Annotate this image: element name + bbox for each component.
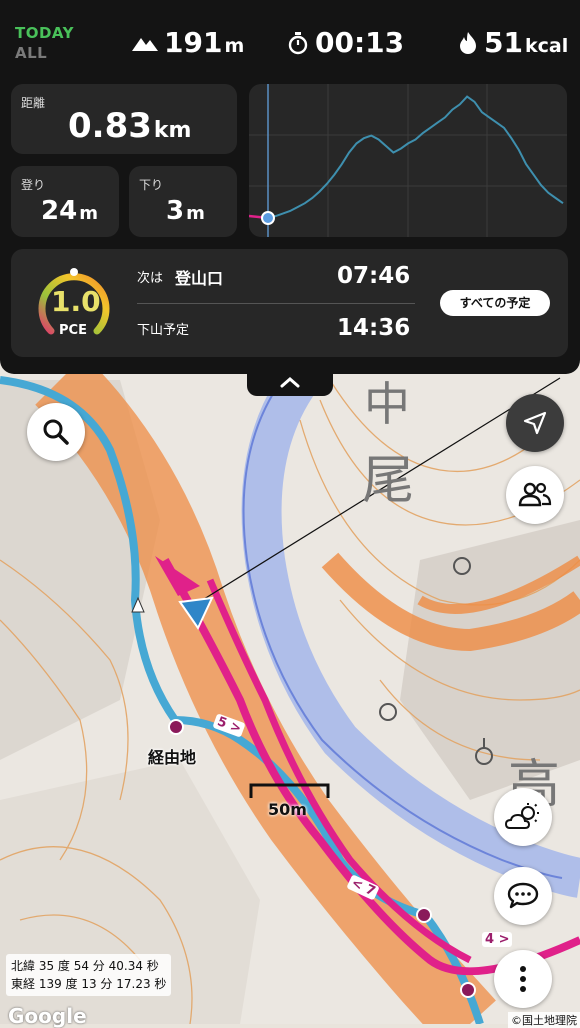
distance-unit: km bbox=[153, 118, 192, 143]
waypoint-label: 経由地 bbox=[148, 748, 197, 767]
calories-unit: kcal bbox=[524, 35, 569, 57]
distance-card: 距離 0.83 km bbox=[11, 84, 237, 154]
map-place-label: 中 bbox=[364, 377, 410, 431]
panel-collapse-tab[interactable] bbox=[247, 370, 333, 396]
plan-card: 1.0 PCE 次は 登山口 07:46 下山予定 14:36 すべての予定 bbox=[11, 249, 568, 357]
ascent-unit: m bbox=[79, 203, 98, 224]
stats-row: TODAY ALL 191 m 00:13 51 kcal bbox=[0, 0, 580, 84]
plan-divider bbox=[137, 303, 415, 304]
more-icon bbox=[520, 966, 526, 992]
all-plans-button[interactable]: すべての予定 bbox=[440, 290, 550, 316]
people-button[interactable] bbox=[506, 466, 564, 524]
map-place-label: 尾 bbox=[362, 451, 415, 511]
gsi-attribution[interactable]: ©国土地理院 bbox=[508, 1012, 580, 1028]
pace-value: 1.0 bbox=[51, 285, 101, 318]
google-logo: Google bbox=[8, 1004, 87, 1028]
ascent-label: 登り bbox=[21, 178, 46, 192]
current-position-dot bbox=[261, 211, 275, 225]
descent-value: 3 bbox=[166, 196, 185, 226]
chat-button[interactable] bbox=[494, 867, 552, 925]
longitude-text: 東経 139 度 13 分 17.23 秒 bbox=[11, 977, 167, 991]
elevation-unit: m bbox=[224, 35, 245, 57]
descent-time: 14:36 bbox=[337, 315, 411, 341]
chevron-up-icon bbox=[280, 377, 300, 388]
pace-label: PCE bbox=[59, 323, 87, 338]
route-marker-4: 4 > bbox=[482, 932, 513, 947]
elevation-value: 191 bbox=[164, 26, 223, 59]
profile-line bbox=[267, 95, 564, 219]
next-time: 07:46 bbox=[337, 263, 411, 289]
ascent-card: 登り 24 m bbox=[11, 166, 119, 237]
distance-label: 距離 bbox=[21, 96, 46, 110]
flame-icon bbox=[460, 31, 476, 54]
next-label: 次は bbox=[137, 271, 164, 286]
ascent-value-wrap: 24 m bbox=[41, 196, 98, 226]
stats-panel: TODAY ALL 191 m 00:13 51 kcal 距離 0.83 km 登り… bbox=[0, 0, 580, 374]
weather-icon bbox=[504, 803, 539, 829]
time-stat: 00:13 bbox=[287, 26, 404, 59]
next-point: 登山口 bbox=[175, 269, 224, 288]
distance-value-wrap: 0.83 km bbox=[68, 106, 191, 146]
ascent-value: 24 bbox=[41, 196, 78, 226]
weather-button[interactable] bbox=[494, 788, 552, 846]
calories-stat: 51 kcal bbox=[458, 26, 568, 59]
coordinates-readout: 北緯 35 度 54 分 40.34 秒 東経 139 度 13 分 17.23… bbox=[6, 954, 172, 996]
locate-button[interactable] bbox=[506, 394, 564, 452]
chat-icon bbox=[507, 882, 539, 909]
period-all-tab[interactable]: ALL bbox=[15, 44, 47, 62]
more-button[interactable] bbox=[494, 950, 552, 1008]
descent-unit: m bbox=[186, 203, 205, 224]
latitude-text: 北緯 35 度 54 分 40.34 秒 bbox=[11, 959, 159, 973]
scale-label: 50m bbox=[268, 800, 307, 819]
descent-label: 下り bbox=[139, 178, 164, 192]
location-arrow-icon bbox=[523, 411, 547, 435]
calories-value: 51 bbox=[484, 26, 523, 59]
descent-plan-label: 下山予定 bbox=[137, 323, 190, 338]
time-value: 00:13 bbox=[315, 26, 405, 59]
mountain-icon bbox=[132, 37, 158, 51]
period-today-tab[interactable]: TODAY bbox=[15, 24, 74, 42]
descent-card: 下り 3m bbox=[129, 166, 237, 237]
search-button[interactable] bbox=[27, 403, 85, 461]
elevation-stat: 191 m bbox=[132, 26, 244, 59]
elevation-profile-graph[interactable] bbox=[249, 84, 567, 237]
distance-value: 0.83 bbox=[68, 106, 152, 146]
stopwatch-icon bbox=[288, 31, 308, 54]
search-icon bbox=[43, 419, 69, 445]
elevation-profile-chart bbox=[249, 84, 567, 237]
people-icon bbox=[518, 482, 552, 507]
descent-value-wrap: 3m bbox=[166, 196, 205, 226]
